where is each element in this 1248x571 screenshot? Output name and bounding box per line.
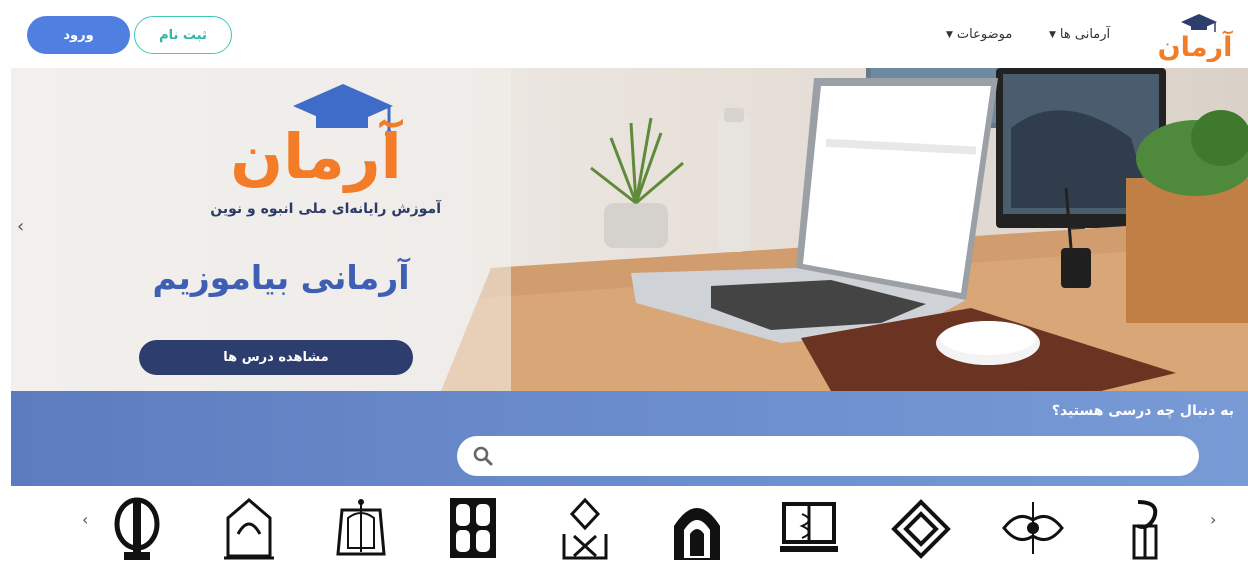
hero-prev-arrow[interactable]: ‹ bbox=[17, 216, 24, 237]
view-courses-button[interactable]: مشاهده درس ها bbox=[139, 340, 413, 375]
university-emblem-icon[interactable] bbox=[330, 496, 392, 562]
nav-topics-label: موضوعات bbox=[956, 27, 1013, 42]
search-input[interactable] bbox=[457, 436, 1199, 476]
hero-tagline: آموزش رایانه‌ای ملی انبوه و نوین bbox=[210, 201, 441, 217]
site-logo[interactable]: آرمان bbox=[1153, 8, 1237, 62]
university-emblem-icon[interactable] bbox=[106, 496, 168, 562]
carousel-prev-arrow[interactable]: ‹ bbox=[82, 510, 88, 529]
nav-armani-ha[interactable]: آرمانی ها ▼ bbox=[1049, 27, 1110, 42]
chevron-down-icon: ▼ bbox=[1049, 29, 1056, 40]
search-question: به دنبال چه درسی هستید؟ bbox=[1051, 403, 1234, 419]
search-icon[interactable] bbox=[473, 446, 493, 466]
hero-banner[interactable]: آرمان ‹ آموزش رایانه‌ای ملی انبوه و نوین… bbox=[11, 68, 1248, 391]
hero-brand-name: آرمان bbox=[230, 118, 403, 193]
nav-topics[interactable]: موضوعات ▼ bbox=[946, 27, 1012, 42]
university-emblem-icon[interactable] bbox=[1002, 496, 1064, 562]
university-emblem-icon[interactable] bbox=[218, 496, 280, 562]
nav-armani-ha-label: آرمانی ها bbox=[1059, 27, 1111, 42]
university-emblem-icon[interactable] bbox=[1114, 496, 1176, 562]
graduation-cap-icon bbox=[1181, 14, 1217, 32]
register-button[interactable]: ثبت نام bbox=[134, 16, 232, 54]
chevron-down-icon: ▼ bbox=[946, 29, 953, 40]
login-button[interactable]: ورود bbox=[27, 16, 130, 54]
university-emblem-icon[interactable] bbox=[666, 496, 728, 562]
university-emblem-icon[interactable] bbox=[778, 496, 840, 562]
university-emblem-icon[interactable] bbox=[890, 496, 952, 562]
search-section: به دنبال چه درسی هستید؟ bbox=[11, 391, 1248, 486]
university-emblem-icon[interactable] bbox=[442, 496, 504, 562]
hero-headline: آرمانی بیاموزیم bbox=[152, 258, 410, 297]
carousel-next-arrow[interactable]: › bbox=[1210, 510, 1216, 529]
university-emblem-icon[interactable] bbox=[554, 496, 616, 562]
partner-logos-carousel: ‹ › bbox=[0, 486, 1248, 571]
logo-wordmark: آرمان bbox=[1158, 30, 1233, 62]
top-navbar: ورود ثبت نام آرمانی ها ▼ موضوعات ▼ آرمان bbox=[0, 0, 1248, 68]
